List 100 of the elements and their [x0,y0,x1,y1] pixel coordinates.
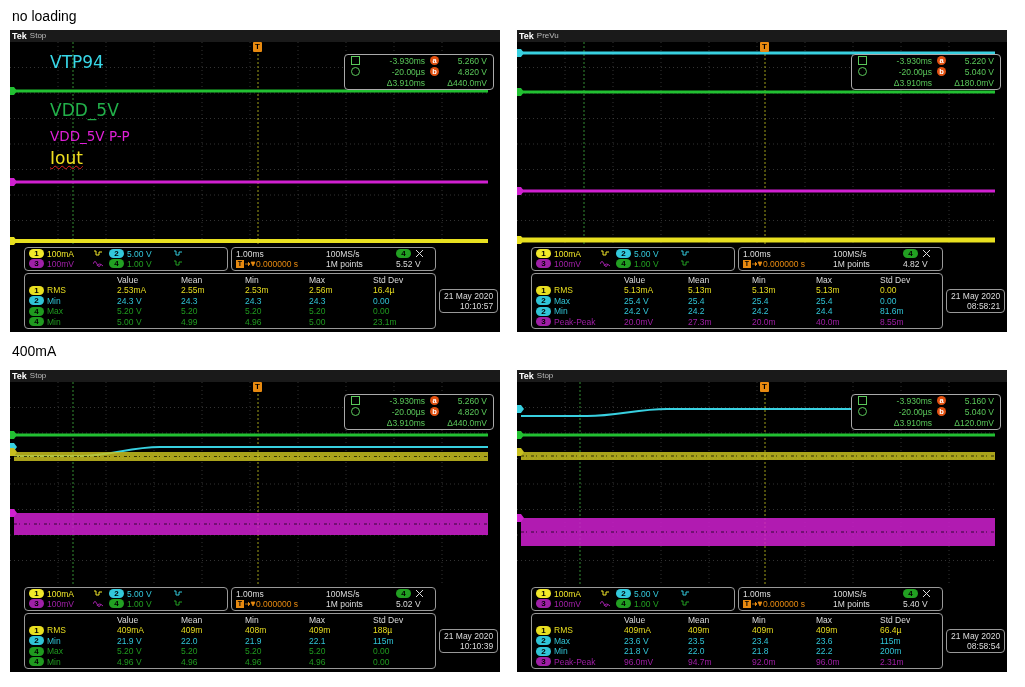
channel-badge: 1 [29,285,44,295]
channel-scale: 1.00 V [127,258,153,269]
measurement-type: Max [47,306,64,317]
time-scale: 1.00ms [743,588,772,599]
table-cell-text: 5.13mA [624,285,655,296]
column-header: Value [624,614,647,625]
trigger-marker[interactable]: T [253,41,262,52]
channel-badge[interactable]: 4 [109,258,124,268]
column-header: Value [624,274,647,285]
trigger-marker[interactable]: T [760,381,769,392]
table-cell-text: 23.6 [816,635,834,646]
channel-badge: 2 [536,306,551,316]
table-cell-text: 2.53mA [117,285,148,296]
channel-scale: 100mA [47,248,75,259]
coupling-icon [600,248,610,257]
channel-badge[interactable]: 1 [536,248,551,258]
measurement-type: Min [47,316,61,327]
cursor-value: 5.260 V [456,55,487,66]
channel-badge: 4 [29,657,44,667]
sample-rate: 100MS/s [326,248,361,259]
table-cell-text: 409mA [624,625,652,636]
trace-label: Iout [50,147,83,168]
channel-badge[interactable]: 2 [616,248,631,258]
column-header: Mean [688,614,711,625]
channel-badge[interactable]: 2 [109,248,124,258]
column-header: Std Dev [373,614,405,625]
channel-badge[interactable]: 1 [29,248,44,258]
measurement-type: Min [47,635,61,646]
table-cell-text: 188µ [373,625,394,636]
table-cell-text: 25.4 [688,295,706,306]
trigger-marker[interactable]: T [760,41,769,52]
channel-badge[interactable]: 1 [29,588,44,598]
column-header: Mean [688,274,711,285]
cursor-time: -3.930ms [388,395,425,406]
channel-badge[interactable]: 2 [109,588,124,598]
table-cell-text: 24.3 V [117,295,143,306]
table-cell-text: 21.8 [752,646,770,657]
brand-label: Tek [519,30,534,41]
cursor-delta-value: Δ440.0mV [446,417,487,428]
measurement-type: Peak-Peak [554,316,596,327]
date-label: 21 May 2020 [951,630,1001,641]
table-cell-text: 0.00 [373,306,391,317]
channel-badge: 2 [536,296,551,306]
channel-scale: 100mA [554,248,582,259]
sample-rate: 100MS/s [833,588,868,599]
measurement-type: Min [47,656,61,667]
cursor-value: 4.820 V [456,66,487,77]
circle-cursor-icon [858,407,867,417]
trigger-level: 5.52 V [396,258,422,269]
column-header: Value [117,614,140,625]
table-cell-text: 5.20 [309,646,327,657]
channel-badge: 2 [536,636,551,646]
trigger-position: 0.000000 s [256,598,299,609]
column-header: Min [752,274,767,285]
trace-label: VDD_5V [50,99,119,120]
date-label: 21 May 2020 [444,290,494,301]
channel-scale: 100mA [554,588,582,599]
table-cell-text: 94.7m [688,656,713,667]
cursor-value: 4.820 V [456,406,487,417]
time-label: 08:58:54 [967,640,1001,651]
channel-badge[interactable]: 2 [616,588,631,598]
measurement-type: Max [554,635,571,646]
table-cell-text: 0.00 [373,656,391,667]
table-cell-text: 24.3 [245,295,263,306]
brand-label: Tek [12,30,27,41]
channel-badge[interactable]: 4 [109,598,124,608]
column-header: Max [309,274,327,285]
x-icon [922,589,931,598]
table-cell-text: 22.2 [816,646,834,657]
channel-badge[interactable]: 4 [616,598,631,608]
measurement-type: RMS [554,625,573,636]
trigger-source-badge: 4 [903,249,918,258]
record-length: 1M points [833,258,871,269]
measurement-type: Max [554,295,571,306]
channel-badge[interactable]: 4 [616,258,631,268]
coupling-icon [93,258,103,267]
table-cell-text: 24.2 [752,306,770,317]
arrow-icon [245,259,255,268]
table-cell-text: 2.55m [181,285,206,296]
section-heading: no loading [12,8,77,24]
time-scale: 1.00ms [743,248,772,259]
channel-badge[interactable]: 1 [536,588,551,598]
cursor-time: -3.930ms [895,55,932,66]
cursor-value: 5.040 V [963,406,994,417]
cursor-delta-value: Δ180.0mV [953,77,994,88]
measurement-type: Peak-Peak [554,656,596,667]
table-cell-text: 25.4 V [624,295,650,306]
table-cell-text: 25.4 [752,295,770,306]
table-cell-text: 24.2 V [624,306,650,317]
table-cell-text: 23.5 [688,635,706,646]
table-cell-text: 5.00 [309,316,327,327]
channel-scale: 100mV [554,258,582,269]
trigger-marker[interactable]: T [253,381,262,392]
table-cell-text: 21.9 V [117,635,143,646]
time-scale: 1.00ms [236,588,265,599]
measurement-type: Min [47,295,61,306]
cursor-time: -20.00µs [390,66,425,77]
channel-scale: 100mV [554,598,582,609]
sample-rate: 100MS/s [833,248,868,259]
table-cell-text: 0.00 [880,295,898,306]
